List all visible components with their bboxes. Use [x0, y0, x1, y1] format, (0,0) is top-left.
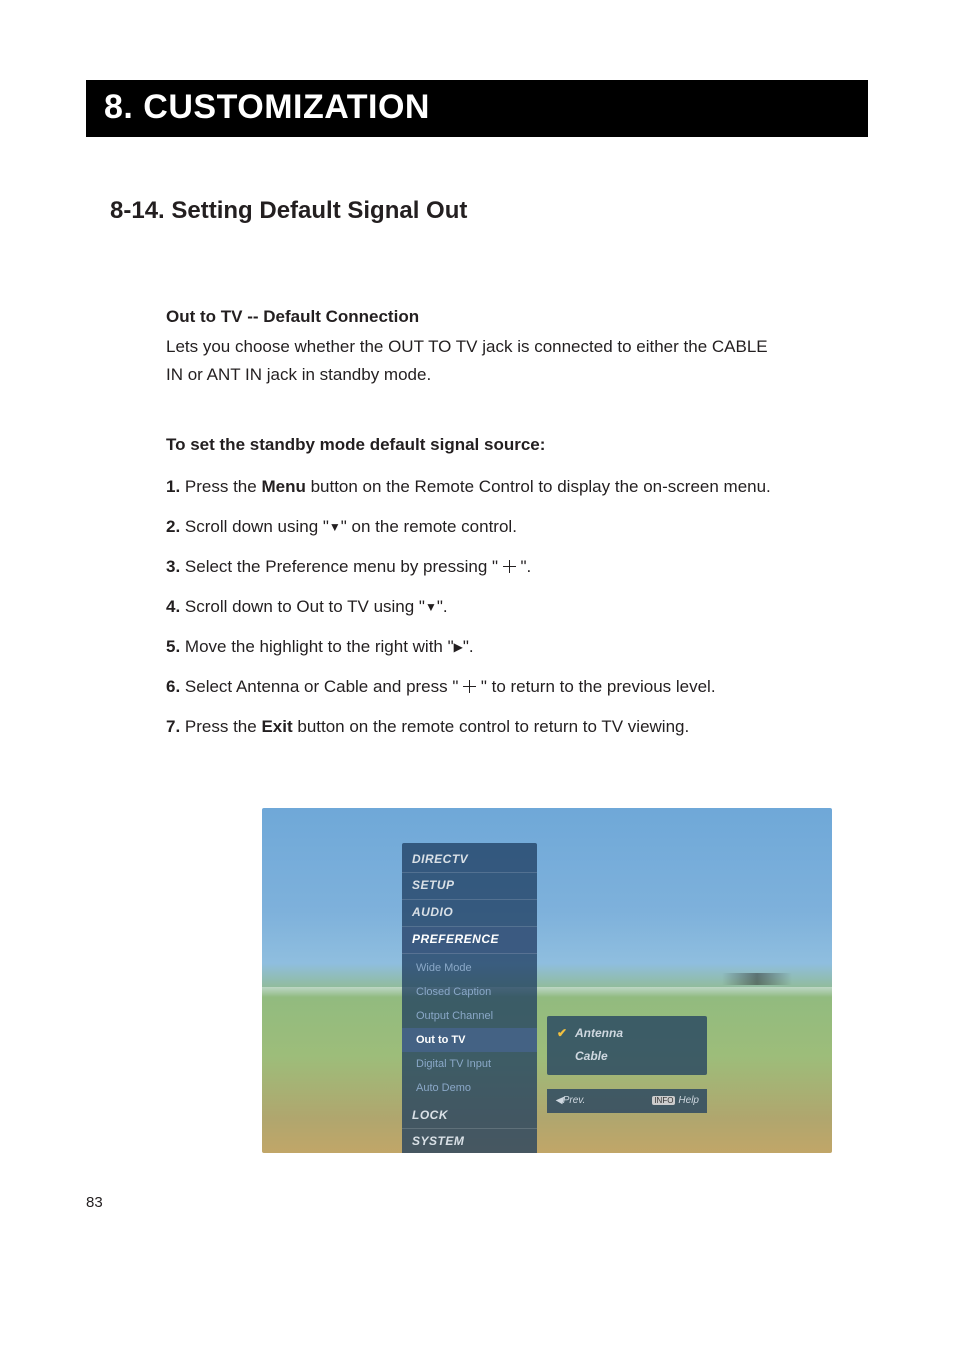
osd-menu-overlay: DIRECTVSETUPAUDIOPREFERENCEWide ModeClos…: [402, 843, 710, 1133]
osd-submenu: Wide ModeClosed CaptionOutput ChannelOut…: [402, 954, 537, 1103]
subheading-steps: To set the standby mode default signal s…: [166, 431, 776, 459]
chapter-title-bar: 8. CUSTOMIZATION: [86, 80, 868, 137]
osd-menu-item: LOCK: [402, 1103, 537, 1130]
steps-list: 1. Press the Menu button on the Remote C…: [166, 473, 776, 741]
step-item: 5. Move the highlight to the right with …: [166, 633, 776, 661]
osd-menu-item: SYSTEM: [402, 1129, 537, 1152]
chapter-title: 8. CUSTOMIZATION: [104, 88, 430, 126]
osd-left-menu: DIRECTVSETUPAUDIOPREFERENCEWide ModeClos…: [402, 843, 537, 1153]
subheading-connection: Out to TV -- Default Connection: [166, 303, 776, 331]
tv-screenshot-figure: DIRECTVSETUPAUDIOPREFERENCEWide ModeClos…: [262, 808, 832, 1153]
document-page: 8. CUSTOMIZATION 8-14. Setting Default S…: [0, 0, 954, 1276]
page-number: 83: [86, 1194, 103, 1211]
osd-submenu-item: Output Channel: [402, 1004, 537, 1028]
step-item: 3. Select the Preference menu by pressin…: [166, 553, 776, 581]
osd-submenu-item: Out to TV: [402, 1028, 537, 1052]
check-icon: ✔: [557, 1024, 567, 1044]
osd-options-panel: ✔ Antenna Cable: [547, 1016, 707, 1076]
step-item: 6. Select Antenna or Cable and press " "…: [166, 673, 776, 701]
osd-submenu-item: Digital TV Input: [402, 1052, 537, 1076]
distant-object: [722, 973, 792, 985]
step-item: 1. Press the Menu button on the Remote C…: [166, 473, 776, 501]
step-item: 4. Scroll down to Out to TV using "▼".: [166, 593, 776, 621]
step-item: 2. Scroll down using "▼" on the remote c…: [166, 513, 776, 541]
osd-option-row: Cable: [557, 1045, 697, 1069]
osd-option-label: Antenna: [575, 1026, 623, 1040]
select-icon: [503, 560, 516, 573]
osd-menu-item: SETUP: [402, 873, 537, 900]
step-item: 7. Press the Exit button on the remote c…: [166, 713, 776, 741]
osd-option-label: Cable: [575, 1049, 608, 1063]
osd-prev-hint: ◀Prev.: [555, 1093, 585, 1110]
osd-option-row: ✔ Antenna: [557, 1022, 697, 1046]
section-title: 8-14. Setting Default Signal Out: [110, 197, 868, 225]
osd-submenu-item: Auto Demo: [402, 1076, 537, 1100]
osd-submenu-item: Wide Mode: [402, 956, 537, 980]
body-content: Out to TV -- Default Connection Lets you…: [166, 303, 776, 1153]
osd-menu-item: DIRECTV: [402, 847, 537, 874]
osd-submenu-item: Closed Caption: [402, 980, 537, 1004]
osd-help-hint: INFOHelp: [652, 1093, 699, 1110]
select-icon: [463, 680, 476, 693]
intro-paragraph: Lets you choose whether the OUT TO TV ja…: [166, 333, 776, 389]
info-badge-icon: INFO: [652, 1096, 675, 1105]
osd-menu-item: AUDIO: [402, 900, 537, 927]
osd-footer-bar: ◀Prev. INFOHelp: [547, 1089, 707, 1114]
osd-menu-item-selected: PREFERENCE: [402, 927, 537, 954]
